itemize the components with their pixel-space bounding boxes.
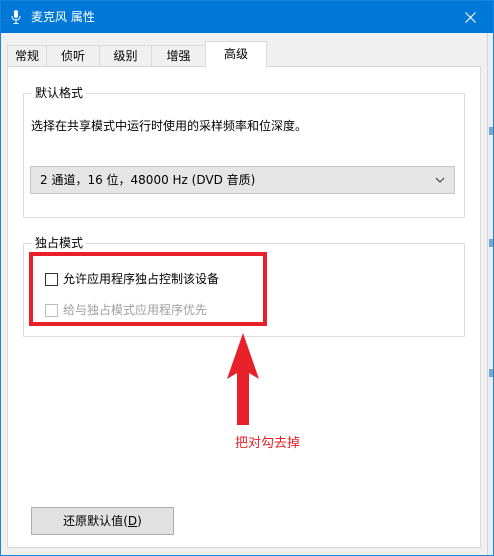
sample-format-dropdown[interactable]: 2 通道，16 位，48000 Hz (DVD 音质) <box>30 166 455 194</box>
default-format-group: 默认格式 <box>23 85 465 218</box>
close-icon <box>464 11 476 23</box>
highlight-annotation-box <box>29 252 267 326</box>
background-window-edge <box>487 33 493 555</box>
window-title: 麦克风 属性 <box>31 10 95 24</box>
tab-listen[interactable]: 侦听 <box>46 45 100 67</box>
properties-window: 麦克风 属性 常规 侦听 级别 增强 高级 默认格式 选择在共享模式中运行时使用… <box>0 0 494 556</box>
tab-general[interactable]: 常规 <box>7 45 47 67</box>
tab-enhancements[interactable]: 增强 <box>151 45 206 67</box>
background-mark <box>489 239 493 247</box>
close-button[interactable] <box>447 1 493 33</box>
arrow-up-icon <box>227 333 259 425</box>
default-format-legend: 默认格式 <box>32 85 87 101</box>
title-bar[interactable]: 麦克风 属性 <box>1 1 493 33</box>
default-format-description: 选择在共享模式中运行时使用的采样频率和位深度。 <box>31 119 308 133</box>
microphone-icon <box>11 10 21 24</box>
restore-defaults-button[interactable]: 还原默认值(D) <box>31 507 174 535</box>
sample-format-value: 2 通道，16 位，48000 Hz (DVD 音质) <box>40 173 256 187</box>
background-mark <box>489 127 493 135</box>
tab-levels[interactable]: 级别 <box>99 45 152 67</box>
annotation-text: 把对勾去掉 <box>235 436 301 451</box>
tab-advanced[interactable]: 高级 <box>205 41 267 68</box>
chevron-down-icon <box>435 177 445 183</box>
background-mark <box>489 369 493 377</box>
exclusive-mode-legend: 独占模式 <box>32 235 87 251</box>
